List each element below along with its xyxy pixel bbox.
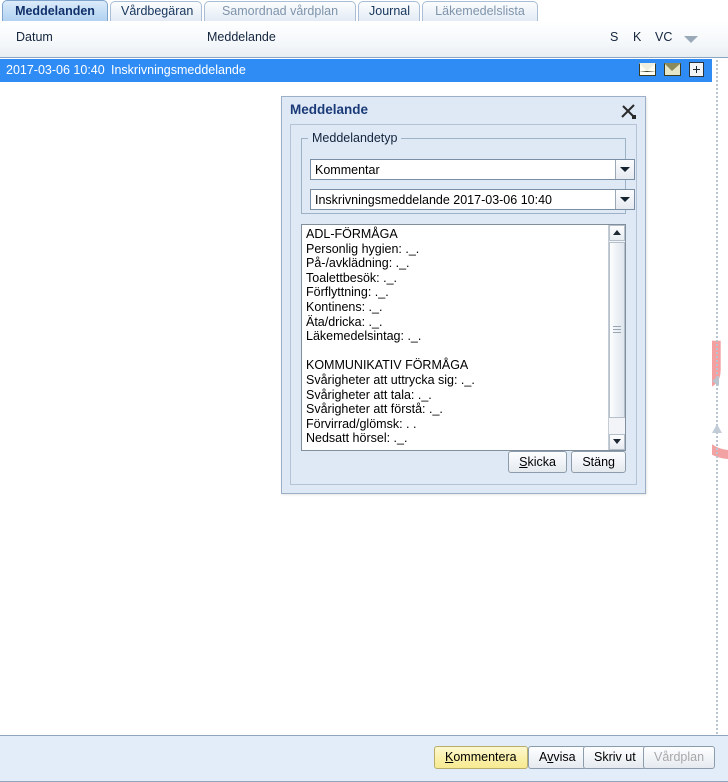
column-header-k[interactable]: K (633, 30, 641, 44)
chevron-down-icon[interactable] (615, 190, 634, 209)
scrollbar-thumb[interactable] (609, 242, 625, 418)
tab-samordnad-vardplan: Samordnad vårdplan (204, 1, 356, 21)
row-date: 2017-03-06 10:40 (6, 63, 105, 77)
chevron-down-icon[interactable] (684, 36, 698, 43)
open-envelope-icon[interactable] (639, 63, 656, 76)
closed-envelope-icon[interactable] (664, 63, 681, 76)
column-header-meddelande[interactable]: Meddelande (207, 30, 276, 44)
tab-vardbegaran[interactable]: Vårdbegäran (110, 1, 202, 21)
dialog-title: Meddelande (290, 102, 369, 117)
row-subject: Inskrivningsmeddelande (111, 63, 246, 77)
edit-tools-icon[interactable] (620, 103, 637, 120)
message-list-header: Datum Meddelande S K VC (0, 21, 728, 58)
tab-bar: Meddelanden Vårdbegäran Samordnad vårdpl… (0, 0, 728, 22)
bottom-toolbar: Kommentera Avvisa Skriv ut Vårdplan (0, 735, 728, 782)
tab-meddelanden[interactable]: Meddelanden (2, 0, 108, 21)
message-reference-select[interactable]: Inskrivningsmeddelande 2017-03-06 10:40 (310, 189, 635, 210)
chevron-down-icon[interactable] (615, 160, 634, 179)
column-header-datum[interactable]: Datum (16, 30, 53, 44)
scrollbar-grip-icon (613, 326, 621, 334)
application-window: k U Meddelanden Vårdbegäran Samordnad vå… (0, 0, 728, 782)
scroll-up-icon[interactable] (609, 225, 625, 241)
divider-left-arrow-icon (712, 376, 719, 386)
column-header-s[interactable]: S (610, 30, 618, 44)
send-button[interactable]: Skicka (508, 451, 567, 473)
row-icons (639, 62, 704, 77)
message-type-select[interactable]: Kommentar (310, 159, 635, 180)
vardplan-button: Vårdplan (643, 746, 716, 769)
message-type-value: Kommentar (315, 163, 380, 177)
message-type-legend: Meddelandetyp (312, 131, 398, 145)
dialog-body: Meddelandetyp Kommentar Inskrivningsmedd… (290, 124, 637, 485)
send-button-label: kicka (527, 455, 556, 469)
table-row[interactable]: 2017-03-06 10:40 Inskrivningsmeddelande (0, 59, 712, 82)
message-textarea-value: ADL-FÖRMÅGA Personlig hygien: ._. På-/av… (306, 227, 475, 446)
message-type-fieldset: Meddelandetyp Kommentar Inskrivningsmedd… (301, 131, 635, 214)
textarea-scrollbar[interactable] (608, 225, 625, 450)
divider-down-arrow-icon (712, 424, 722, 433)
message-dialog: Meddelande Meddelandetyp Kommentar Inskr… (281, 96, 646, 494)
message-reference-value: Inskrivningsmeddelande 2017-03-06 10:40 (315, 193, 552, 207)
avvisa-button[interactable]: Avvisa (528, 746, 587, 769)
skriv-ut-button[interactable]: Skriv ut (583, 746, 647, 769)
tab-journal[interactable]: Journal (358, 1, 420, 21)
kommentera-button[interactable]: Kommentera (434, 746, 528, 769)
column-header-vc[interactable]: VC (655, 30, 672, 44)
message-textarea[interactable]: ADL-FÖRMÅGA Personlig hygien: ._. På-/av… (301, 224, 626, 451)
tab-lakemedelslista: Läkemedelslista (422, 1, 538, 21)
scroll-down-icon[interactable] (609, 434, 625, 450)
expand-plus-icon[interactable] (689, 62, 704, 77)
close-button[interactable]: Stäng (571, 451, 626, 473)
